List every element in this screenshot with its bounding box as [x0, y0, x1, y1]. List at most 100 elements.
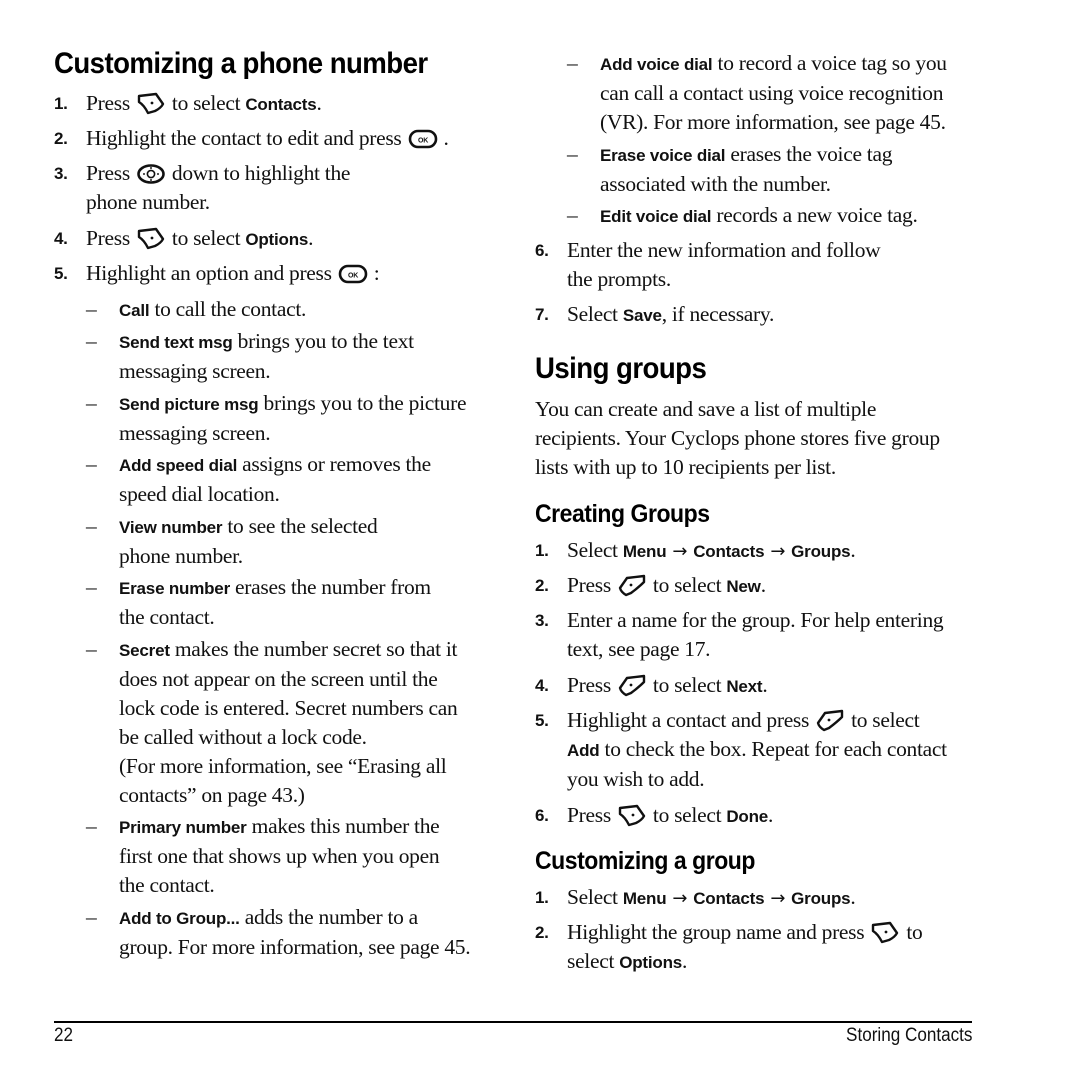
dash-mark: –: [86, 514, 97, 538]
dash-mark: –: [567, 142, 578, 166]
step-text: to: [906, 920, 923, 944]
left-softkey-icon: [136, 226, 166, 250]
dash-mark: –: [86, 905, 97, 929]
option-item-view-number: – View number to see the selected phone n…: [86, 512, 506, 571]
menu-path-contacts: Contacts: [693, 889, 765, 908]
option-desc: makes this number the: [246, 814, 440, 838]
punct: .: [443, 126, 449, 150]
arrow-right-icon: →: [672, 541, 688, 562]
option-desc: group. For more information, see page 45…: [119, 935, 471, 959]
step-text: select: [567, 949, 620, 973]
paragraph-line: lists with up to 10 recipients per list.: [535, 455, 836, 479]
step-text: Highlight the group name and press: [567, 920, 865, 944]
step-number: 2.: [535, 576, 549, 595]
option-name: Erase number: [119, 579, 230, 598]
option-name: Primary number: [119, 818, 247, 837]
step-text: Highlight a contact and press: [567, 708, 810, 732]
step-item: 7. Select Save, if necessary.: [535, 300, 975, 330]
step-text: , if necessary.: [661, 302, 775, 326]
right-softkey-icon: [617, 673, 647, 697]
step-item: 5. Highlight a contact and press to selec…: [535, 706, 975, 794]
step-number: 4.: [535, 676, 549, 695]
option-desc: the contact.: [119, 873, 215, 897]
dash-mark: –: [86, 637, 97, 661]
option-name: Send text msg: [119, 333, 233, 352]
step-number: 4.: [54, 229, 68, 248]
option-desc: messaging screen.: [119, 359, 271, 383]
left-softkey-icon: [136, 91, 166, 115]
step-text: Enter a name for the group. For help ent…: [567, 608, 944, 632]
step-item: 4. Press to select Next.: [535, 671, 975, 701]
menu-path-contacts: Contacts: [693, 542, 765, 561]
option-name: Add voice dial: [600, 55, 713, 74]
option-note: (For more information, see “Erasing all: [119, 754, 447, 778]
option-desc: the contact.: [119, 605, 215, 629]
option-name: View number: [119, 518, 223, 537]
option-item-add-voice-dial: – Add voice dial to record a voice tag s…: [567, 49, 987, 137]
menu-label-options: Options: [619, 953, 683, 972]
option-item-edit-voice-dial: – Edit voice dial records a new voice ta…: [567, 201, 987, 231]
option-name: Add to Group...: [119, 909, 240, 928]
option-desc: to see the selected: [222, 514, 378, 538]
dash-mark: –: [86, 452, 97, 476]
option-desc: lock code is entered. Secret numbers can: [119, 696, 458, 720]
step-number: 2.: [535, 923, 549, 942]
menu-label-done: Done: [726, 807, 769, 826]
step-text: Press: [567, 673, 611, 697]
option-name: Add speed dial: [119, 456, 238, 475]
navigation-key-icon: [136, 163, 166, 185]
menu-path-menu: Menu: [622, 889, 667, 908]
right-softkey-icon: [617, 573, 647, 597]
step-text: Enter the new information and follow: [567, 238, 881, 262]
option-item-call: – Call to call the contact.: [86, 295, 506, 325]
punct: .: [682, 949, 688, 973]
step-item: 2. Highlight the group name and press to s…: [535, 918, 975, 977]
step-text: Highlight an option and press: [86, 261, 332, 285]
step-number: 6.: [535, 806, 549, 825]
option-item-add-to-group: – Add to Group... adds the number to a gr…: [86, 903, 506, 962]
step-text: Select: [567, 302, 618, 326]
option-desc: to call the contact.: [149, 297, 307, 321]
ok-key-icon: [338, 263, 368, 285]
punct: .: [768, 803, 774, 827]
step-number: 2.: [54, 129, 68, 148]
option-desc: associated with the number.: [600, 172, 831, 196]
chapter-title: Storing Contacts: [845, 1025, 972, 1046]
option-desc: brings you to the picture: [258, 391, 467, 415]
step-text: text, see page 17.: [567, 637, 711, 661]
dash-mark: –: [86, 297, 97, 321]
step-text: Press: [567, 803, 611, 827]
option-desc: erases the number from: [229, 575, 431, 599]
option-desc: phone number.: [119, 544, 243, 568]
subsection-title-creating-groups: Creating Groups: [535, 500, 710, 528]
option-name: Secret: [119, 641, 170, 660]
using-groups-paragraph: You can create and save a list of multip…: [535, 395, 985, 482]
step-text: the prompts.: [567, 267, 671, 291]
arrow-right-icon: →: [672, 888, 688, 909]
punct: :: [373, 261, 380, 285]
option-item-secret: – Secret makes the number secret so that…: [86, 635, 506, 810]
step-text: down to highlight the: [171, 161, 351, 185]
dash-mark: –: [567, 203, 578, 227]
page-number: 22: [54, 1025, 74, 1046]
step-text: you wish to add.: [567, 767, 705, 791]
step-text: to select: [171, 226, 241, 250]
option-item-send-text-msg: – Send text msg brings you to the text me…: [86, 327, 506, 386]
step-text: Select: [567, 538, 618, 562]
step-item: 5. Highlight an option and press:: [54, 259, 494, 288]
section-title-using-groups: Using groups: [535, 352, 707, 385]
dash-mark: –: [86, 329, 97, 353]
menu-path-menu: Menu: [622, 542, 667, 561]
option-desc: makes the number secret so that it: [169, 637, 458, 661]
punct: .: [760, 573, 766, 597]
left-softkey-icon: [617, 803, 647, 827]
step-number: 7.: [535, 305, 549, 324]
step-item: 2. Press to select New.: [535, 571, 975, 601]
step-text: Press: [86, 161, 130, 185]
menu-label-options: Options: [245, 230, 309, 249]
dash-mark: –: [86, 814, 97, 838]
step-item: 6. Enter the new information and follow t…: [535, 236, 975, 294]
punct: .: [850, 885, 856, 909]
step-number: 1.: [535, 888, 549, 907]
punct: .: [762, 673, 768, 697]
